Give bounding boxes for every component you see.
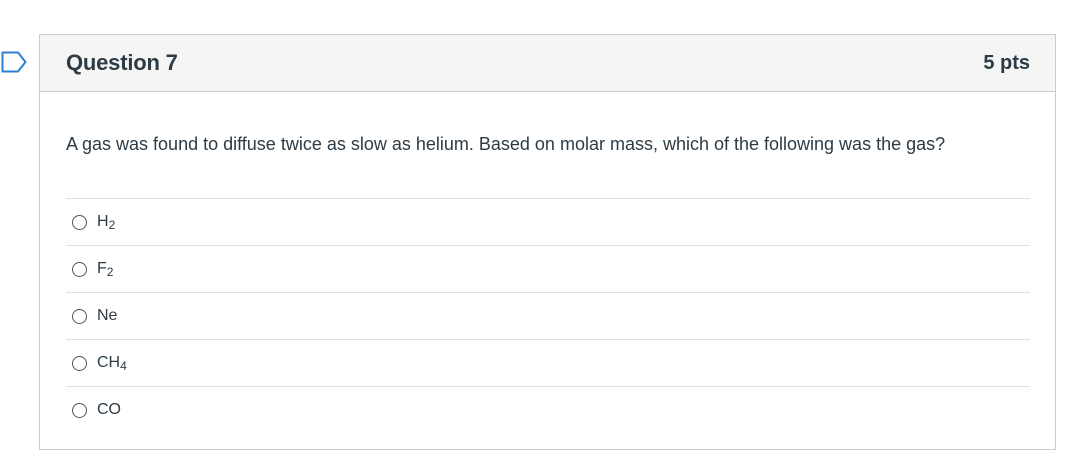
radio-button[interactable]	[72, 355, 87, 371]
radio-button[interactable]	[72, 261, 87, 277]
answer-option[interactable]: Ne	[66, 292, 1030, 339]
question-points: 5 pts	[983, 51, 1030, 74]
question-title: Question 7	[66, 50, 178, 75]
flag-question-icon[interactable]	[1, 51, 27, 73]
answer-option[interactable]: CO	[66, 386, 1030, 433]
quiz-page: Question 7 5 pts A gas was found to diff…	[0, 0, 1087, 470]
answer-label: CH4	[97, 354, 127, 373]
radio-button[interactable]	[72, 308, 87, 324]
question-header: Question 7 5 pts	[40, 35, 1055, 92]
answer-option[interactable]: F2	[66, 245, 1030, 292]
answer-list: H2 F2 Ne CH4 CO	[66, 198, 1030, 433]
answer-label: Ne	[97, 307, 118, 324]
radio-button[interactable]	[72, 214, 87, 230]
answer-option[interactable]: H2	[66, 198, 1030, 245]
answer-label: H2	[97, 213, 116, 232]
question-body: A gas was found to diffuse twice as slow…	[40, 92, 1055, 433]
question-text: A gas was found to diffuse twice as slow…	[66, 134, 946, 154]
radio-button[interactable]	[72, 402, 87, 418]
question-card: Question 7 5 pts A gas was found to diff…	[39, 34, 1056, 450]
answer-option[interactable]: CH4	[66, 339, 1030, 386]
answer-label: F2	[97, 260, 114, 279]
answer-label: CO	[97, 401, 121, 418]
